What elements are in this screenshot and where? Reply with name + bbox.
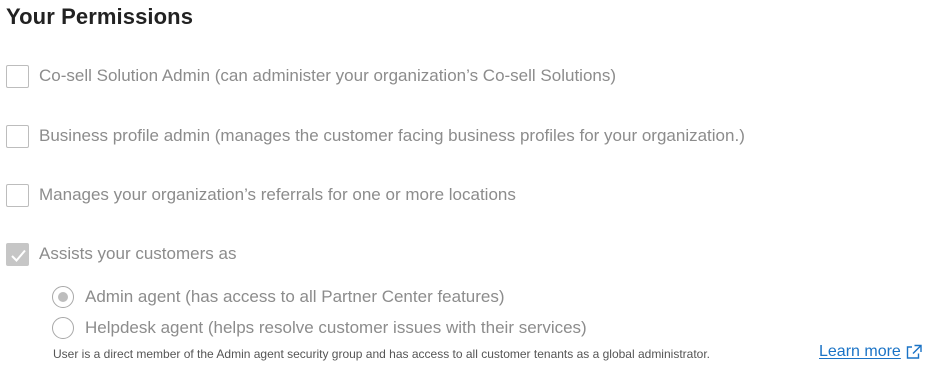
co-sell-admin-label: Co-sell Solution Admin (can administer y… (39, 66, 617, 85)
permission-referrals[interactable]: Manages your organization’s referrals fo… (6, 182, 516, 208)
page-title: Your Permissions (6, 4, 194, 29)
learn-more-link[interactable]: Learn more (819, 343, 923, 361)
co-sell-admin-checkbox[interactable] (6, 64, 29, 88)
agent-option-helpdesk[interactable]: Helpdesk agent (helps resolve customer i… (52, 315, 587, 341)
assists-customers-checkbox[interactable] (6, 242, 29, 266)
admin-agent-radio[interactable] (52, 286, 74, 308)
external-link-icon (905, 344, 923, 360)
learn-more-label: Learn more (819, 343, 901, 360)
business-profile-admin-label: Business profile admin (manages the cust… (39, 126, 745, 145)
agent-option-admin[interactable]: Admin agent (has access to all Partner C… (52, 284, 505, 310)
business-profile-admin-checkbox[interactable] (6, 124, 29, 148)
permission-business-profile-admin[interactable]: Business profile admin (manages the cust… (6, 123, 745, 149)
admin-agent-helper-text: User is a direct member of the Admin age… (53, 347, 710, 361)
helpdesk-agent-radio[interactable] (52, 317, 74, 339)
referrals-label: Manages your organization’s referrals fo… (39, 185, 516, 204)
permission-assists-customers[interactable]: Assists your customers as (6, 241, 236, 267)
helpdesk-agent-label: Helpdesk agent (helps resolve customer i… (85, 318, 587, 337)
checkmark-icon (11, 249, 26, 262)
admin-agent-label: Admin agent (has access to all Partner C… (85, 287, 505, 306)
referrals-checkbox[interactable] (6, 183, 29, 207)
permission-co-sell-admin[interactable]: Co-sell Solution Admin (can administer y… (6, 63, 616, 89)
assists-customers-label: Assists your customers as (39, 244, 237, 263)
